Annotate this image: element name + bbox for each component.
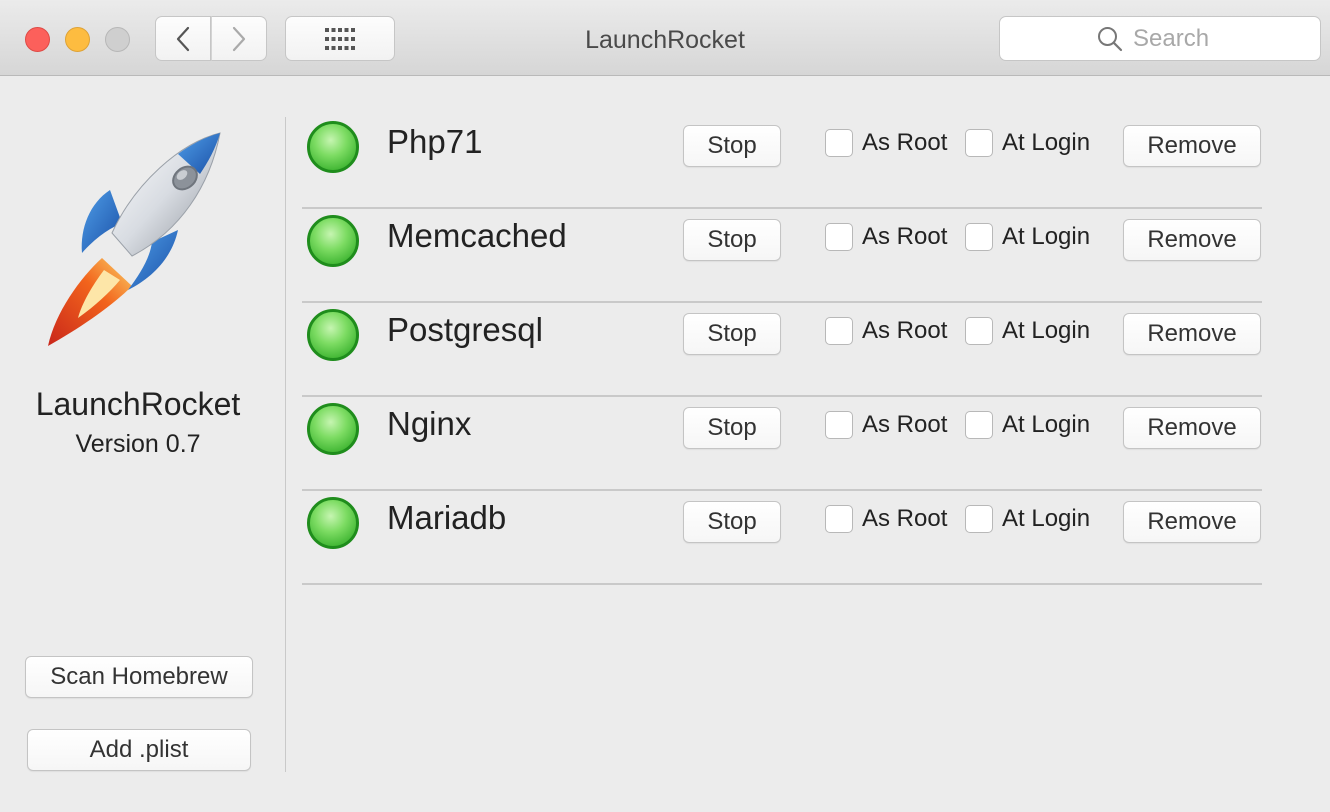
service-row: Memcached Stop As Root At Login Remove: [302, 209, 1262, 303]
stop-button[interactable]: Stop: [683, 313, 781, 355]
status-indicator: [307, 121, 359, 173]
search-input[interactable]: [1133, 24, 1223, 53]
service-row: Postgresql Stop As Root At Login Remove: [302, 303, 1262, 397]
stop-button[interactable]: Stop: [683, 219, 781, 261]
service-list: Php71 Stop As Root At Login Remove Memca…: [302, 115, 1262, 585]
remove-button[interactable]: Remove: [1123, 125, 1261, 167]
remove-button[interactable]: Remove: [1123, 313, 1261, 355]
service-row: Php71 Stop As Root At Login Remove: [302, 115, 1262, 209]
as-root-checkbox[interactable]: [825, 223, 853, 251]
search-field[interactable]: [999, 16, 1321, 61]
service-row: Mariadb Stop As Root At Login Remove: [302, 491, 1262, 585]
remove-button[interactable]: Remove: [1123, 219, 1261, 261]
service-row: Nginx Stop As Root At Login Remove: [302, 397, 1262, 491]
as-root-label: As Root: [862, 129, 948, 156]
as-root-checkbox[interactable]: [825, 505, 853, 533]
at-login-option[interactable]: At Login: [965, 411, 1090, 439]
at-login-checkbox[interactable]: [965, 505, 993, 533]
remove-button[interactable]: Remove: [1123, 407, 1261, 449]
as-root-option[interactable]: As Root: [825, 317, 947, 345]
stop-button[interactable]: Stop: [683, 501, 781, 543]
service-name: Nginx: [387, 405, 472, 442]
as-root-option[interactable]: As Root: [825, 223, 947, 251]
at-login-option[interactable]: At Login: [965, 223, 1090, 251]
at-login-option[interactable]: At Login: [965, 505, 1090, 533]
as-root-label: As Root: [862, 505, 948, 532]
at-login-label: At Login: [1002, 317, 1091, 344]
status-indicator: [307, 215, 359, 267]
at-login-label: At Login: [1002, 411, 1091, 438]
service-name: Postgresql: [387, 311, 543, 348]
title-bar: LaunchRocket: [0, 0, 1330, 76]
service-name: Mariadb: [387, 499, 507, 536]
at-login-label: At Login: [1002, 505, 1091, 532]
status-indicator: [307, 497, 359, 549]
at-login-checkbox[interactable]: [965, 317, 993, 345]
status-indicator: [307, 309, 359, 361]
scan-homebrew-button[interactable]: Scan Homebrew: [25, 656, 253, 698]
at-login-label: At Login: [1002, 129, 1091, 156]
as-root-label: As Root: [862, 411, 948, 438]
as-root-option[interactable]: As Root: [825, 411, 947, 439]
add-plist-button[interactable]: Add .plist: [27, 729, 251, 771]
status-indicator: [307, 403, 359, 455]
remove-button[interactable]: Remove: [1123, 501, 1261, 543]
as-root-checkbox[interactable]: [825, 411, 853, 439]
stop-button[interactable]: Stop: [683, 407, 781, 449]
as-root-checkbox[interactable]: [825, 129, 853, 157]
at-login-option[interactable]: At Login: [965, 317, 1090, 345]
service-name: Memcached: [387, 217, 567, 254]
at-login-checkbox[interactable]: [965, 129, 993, 157]
app-version: Version 0.7: [75, 430, 201, 458]
as-root-option[interactable]: As Root: [825, 129, 947, 157]
rocket-icon: [48, 132, 221, 346]
sidebar-divider: [285, 117, 286, 772]
at-login-label: At Login: [1002, 223, 1091, 250]
at-login-option[interactable]: At Login: [965, 129, 1090, 157]
app-name: LaunchRocket: [35, 386, 241, 422]
as-root-checkbox[interactable]: [825, 317, 853, 345]
stop-button[interactable]: Stop: [683, 125, 781, 167]
at-login-checkbox[interactable]: [965, 223, 993, 251]
as-root-label: As Root: [862, 317, 948, 344]
search-icon: [1098, 26, 1123, 51]
at-login-checkbox[interactable]: [965, 411, 993, 439]
service-name: Php71: [387, 123, 483, 160]
as-root-label: As Root: [862, 223, 948, 250]
as-root-option[interactable]: As Root: [825, 505, 947, 533]
